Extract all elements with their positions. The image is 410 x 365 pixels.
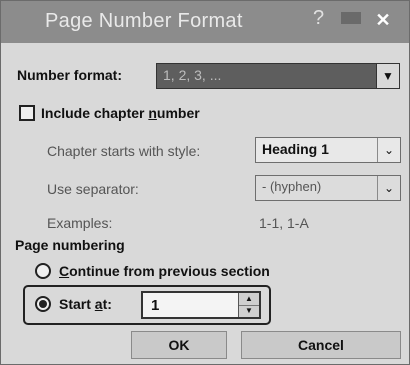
include-chapter-number-checkbox[interactable] — [19, 105, 35, 121]
chapter-style-dropdown[interactable]: Heading 1 ⌄ — [255, 137, 401, 163]
separator-label: Use separator: — [47, 181, 139, 197]
spinner-buttons: ▲ ▼ — [238, 293, 259, 317]
page-number-format-dialog: Page Number Format ? ✕ Number format: 1,… — [0, 0, 410, 365]
triangle-down-icon[interactable]: ▼ — [239, 305, 259, 317]
chevron-down-icon[interactable]: ⌄ — [377, 138, 400, 162]
help-icon[interactable]: ? — [313, 7, 324, 30]
separator-value: - (hyphen) — [262, 179, 322, 194]
include-chapter-number-label[interactable]: Include chapter number — [41, 105, 200, 121]
continue-from-previous-label[interactable]: Continue from previous section — [59, 263, 270, 279]
ok-button[interactable]: OK — [131, 331, 227, 359]
chevron-down-icon[interactable]: ⌄ — [377, 176, 400, 200]
start-at-radio[interactable] — [35, 296, 51, 312]
start-at-label[interactable]: Start at: — [59, 296, 112, 312]
number-format-label: Number format: — [17, 67, 123, 83]
close-icon[interactable]: ✕ — [365, 7, 401, 33]
dialog-title: Page Number Format — [45, 10, 243, 32]
number-format-dropdown[interactable]: 1, 2, 3, ... ▼ — [156, 63, 400, 89]
start-at-spinner[interactable]: 1 ▲ ▼ — [141, 291, 261, 319]
page-numbering-group-label: Page numbering — [15, 237, 125, 253]
minimize-icon[interactable] — [341, 12, 361, 24]
examples-value: 1-1, 1-A — [259, 215, 309, 231]
start-at-value[interactable]: 1 — [151, 297, 159, 314]
chevron-down-icon[interactable]: ▼ — [376, 64, 399, 88]
cancel-button[interactable]: Cancel — [241, 331, 401, 359]
title-bar: Page Number Format ? ✕ — [1, 1, 409, 43]
examples-label: Examples: — [47, 215, 113, 231]
chapter-style-value: Heading 1 — [262, 141, 329, 157]
continue-from-previous-radio[interactable] — [35, 263, 51, 279]
separator-dropdown[interactable]: - (hyphen) ⌄ — [255, 175, 401, 201]
chapter-style-label: Chapter starts with style: — [47, 143, 201, 159]
number-format-value: 1, 2, 3, ... — [163, 67, 222, 83]
